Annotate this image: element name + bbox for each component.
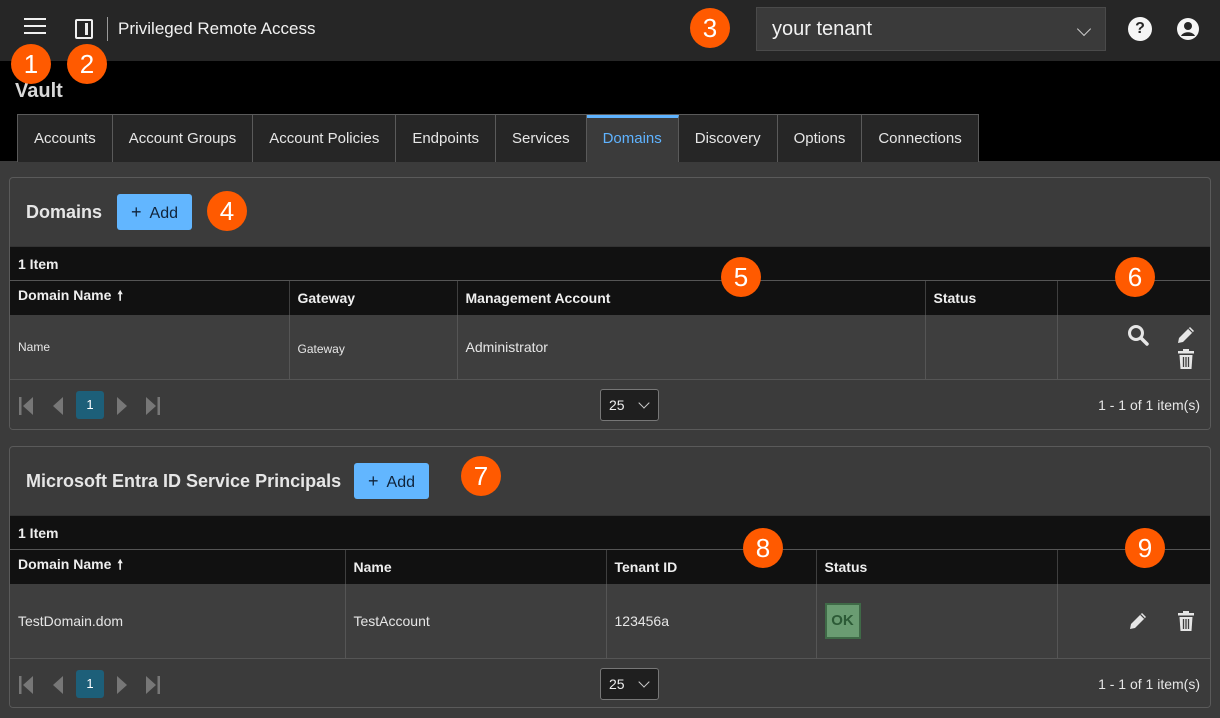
divider [107,17,108,41]
tab-endpoints[interactable]: Endpoints [396,115,497,162]
cell-status [924,314,1057,379]
tenant-value: your tenant [772,18,873,40]
cell-domain-name: Name [10,314,289,379]
page-title: Vault [15,80,63,102]
cell-actions [1056,314,1210,379]
cell-actions [1056,583,1210,658]
delete-icon[interactable] [1174,347,1198,371]
app-title: Privileged Remote Access [118,19,316,38]
callout-7: 7 [461,456,501,496]
user-account-icon[interactable] [1176,17,1200,41]
plus-icon: + [131,202,142,222]
table-row[interactable]: TestDomain.dom TestAccount 123456a OK [10,583,1210,658]
cell-name: TestAccount [344,583,606,658]
cell-tenant-id: 123456a [605,583,816,658]
callout-1: 1 [11,44,51,84]
callout-3: 3 [690,8,730,48]
domains-table: Domain Name 🠕 Gateway Management Account … [10,280,1210,379]
last-page-icon[interactable] [145,674,161,696]
panel-header: Domains + Add [10,178,1210,246]
vault-tabs: Accounts Account Groups Account Policies… [17,114,979,162]
next-page-icon[interactable] [114,674,130,696]
hamburger-menu-icon[interactable] [24,18,46,38]
chevron-down-icon [1076,21,1092,37]
column-header-management-account[interactable]: Management Account [456,280,925,315]
column-header-name[interactable]: Name [344,549,606,584]
page-number[interactable]: 1 [76,669,104,698]
page-size-select[interactable]: 25 [600,388,659,421]
page-size-value: 25 [609,396,625,413]
tab-account-policies[interactable]: Account Policies [253,115,397,162]
column-header-domain-name[interactable]: Domain Name 🠕 [10,280,289,315]
page-number[interactable]: 1 [76,390,104,419]
first-page-icon[interactable] [18,674,34,696]
callout-5: 5 [721,257,761,297]
callout-2: 2 [67,44,107,84]
top-bar: Privileged Remote Access your tenant ? [0,0,1220,61]
range-text: 1 - 1 of 1 item(s) [1098,396,1200,413]
tab-discovery[interactable]: Discovery [678,115,778,162]
tenant-select[interactable]: your tenant [756,7,1106,51]
column-header-tenant-id[interactable]: Tenant ID [605,549,816,584]
sort-ascending-icon: 🠕 [117,556,123,572]
edit-icon[interactable] [1126,609,1150,633]
add-label: Add [386,474,415,491]
help-icon[interactable]: ? [1128,17,1152,41]
column-label: Domain Name [18,555,112,572]
last-page-icon[interactable] [145,395,161,417]
column-label: Domain Name [18,286,112,303]
status-badge: OK [824,602,861,639]
service-principals-table: Domain Name 🠕 Name Tenant ID Status TestD… [10,549,1210,658]
callout-9: 9 [1125,528,1165,568]
cell-domain-name: TestDomain.dom [10,583,345,658]
cell-gateway: Gateway [288,314,457,379]
callout-4: 4 [207,191,247,231]
callout-8: 8 [743,528,783,568]
tab-accounts[interactable]: Accounts [18,115,113,162]
pagination: 1 25 1 - 1 of 1 item(s) [10,378,1210,429]
panel-title: Microsoft Entra ID Service Principals [26,471,342,491]
edit-icon[interactable] [1174,323,1198,347]
add-label: Add [149,205,178,222]
cell-status: OK [815,583,1057,658]
delete-icon[interactable] [1174,609,1198,633]
tab-services[interactable]: Services [496,115,587,162]
plus-icon: + [368,471,379,491]
column-header-domain-name[interactable]: Domain Name 🠕 [10,549,345,584]
page-size-select[interactable]: 25 [600,667,659,700]
sort-ascending-icon: 🠕 [117,287,123,303]
tab-options[interactable]: Options [777,115,863,162]
pagination: 1 25 1 - 1 of 1 item(s) [10,657,1210,707]
search-icon[interactable] [1126,323,1150,347]
column-header-status[interactable]: Status [815,549,1057,584]
panel-title: Domains [26,202,103,222]
tab-domains[interactable]: Domains [586,115,679,162]
add-domain-button[interactable]: + Add [117,194,192,230]
item-count: 1 Item [10,246,1210,280]
add-service-principal-button[interactable]: + Add [354,463,429,499]
item-count: 1 Item [10,515,1210,549]
callout-6: 6 [1115,257,1155,297]
previous-page-icon[interactable] [50,674,66,696]
page-size-value: 25 [609,675,625,692]
side-panel-icon[interactable] [75,19,93,39]
entra-service-principals-panel: Microsoft Entra ID Service Principals + A… [9,446,1211,708]
column-header-gateway[interactable]: Gateway [288,280,457,315]
first-page-icon[interactable] [18,395,34,417]
cell-management-account: Administrator [456,314,925,379]
table-row[interactable]: Name Gateway Administrator [10,314,1210,379]
column-header-status[interactable]: Status [924,280,1057,315]
tab-account-groups[interactable]: Account Groups [112,115,254,162]
chevron-down-icon [638,675,650,688]
panel-header: Microsoft Entra ID Service Principals + A… [10,447,1210,515]
range-text: 1 - 1 of 1 item(s) [1098,675,1200,692]
previous-page-icon[interactable] [50,395,66,417]
next-page-icon[interactable] [114,395,130,417]
tab-connections[interactable]: Connections [862,115,978,162]
chevron-down-icon [638,396,650,409]
domains-panel: Domains + Add 1 Item Domain Name 🠕 Gateway… [9,177,1211,430]
